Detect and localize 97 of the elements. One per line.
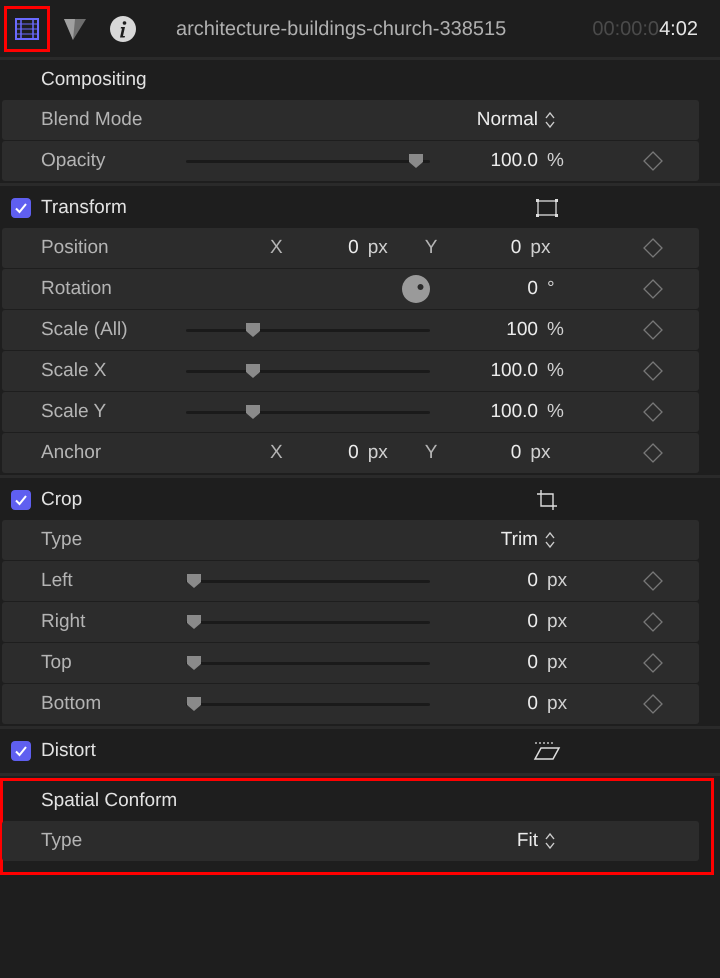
value-field[interactable]: 0 [430,566,538,596]
unit-label: % [546,318,565,342]
parameter-label: Anchor [41,440,102,465]
section-title: Crop [41,488,84,512]
keyframe-icon[interactable] [643,238,663,258]
axis-label: Y [424,440,438,465]
checkmark-icon [14,201,28,215]
transform-icon[interactable] [535,198,559,218]
keyframe-icon[interactable] [643,151,663,171]
value-field[interactable]: 0 [282,234,359,262]
parameter-label: Rotation [41,276,113,301]
slider-track[interactable] [186,404,430,420]
unit-label: % [546,400,565,424]
slider-track[interactable] [186,696,430,712]
unit-label: px [546,650,568,675]
value-field[interactable]: 0 [430,608,538,636]
checkmark-icon [14,493,28,507]
value-field[interactable]: 100 [430,316,538,344]
section-title: Compositing [41,68,148,92]
keyframe-icon[interactable] [643,653,663,673]
value-field[interactable]: 0 [437,438,522,468]
unit-label: ° [546,276,556,301]
keyframe-icon[interactable] [643,443,663,463]
clip-name: architecture-buildings-church-338515 [176,16,506,42]
unit-label: % [546,148,565,173]
keyframe-icon[interactable] [643,279,663,299]
parameter-label: Scale X [41,358,108,383]
slider-thumb[interactable] [245,322,262,338]
unit-label: px [529,440,552,465]
slider-thumb[interactable] [186,696,202,712]
axis-label: X [270,236,283,260]
value-field[interactable]: 100.0 [430,146,538,176]
section-title: Spatial Conform [41,788,178,813]
parameter-label: Scale Y [41,400,108,424]
parameter-label: Bottom [41,692,102,716]
popup-menu[interactable]: Fit [516,826,556,856]
section-title: Distort [41,738,97,763]
film-icon [15,18,39,40]
updown-chevron-icon [544,832,556,850]
slider-thumb[interactable] [245,363,262,379]
value-field[interactable]: 100.0 [430,356,538,386]
keyframe-icon[interactable] [643,320,663,340]
slider-track[interactable] [186,614,430,630]
value-field[interactable]: 0 [437,234,522,262]
checkmark-icon [14,744,28,758]
section-checkbox[interactable] [11,490,31,510]
updown-chevron-icon [544,531,556,549]
parameter-label: Top [41,650,73,675]
parameter-label: Type [41,528,84,552]
updown-chevron-icon [544,111,556,129]
popup-menu[interactable]: Normal [476,106,556,134]
keyframe-icon[interactable] [643,694,663,714]
section-checkbox[interactable] [11,741,31,761]
slider-track[interactable] [186,655,430,671]
slider-thumb[interactable] [408,153,424,169]
unit-label: px [546,568,568,593]
keyframe-icon[interactable] [643,612,663,632]
value-field[interactable]: 0 [282,438,359,468]
value-field[interactable]: 0 [430,274,538,304]
parameter-label: Type [41,828,84,853]
unit-label: % [546,358,565,383]
rotation-dial[interactable] [402,275,430,303]
parameter-label: Position [41,236,110,260]
axis-label: X [270,440,283,465]
slider-track[interactable] [186,322,430,338]
parameter-label: Left [41,568,74,593]
value-field[interactable]: 0 [430,690,538,718]
timecode: 4:02 [659,16,698,42]
popup-menu[interactable]: Trim [500,526,556,554]
value-field[interactable]: 100.0 [430,398,538,426]
keyframe-icon[interactable] [643,571,663,591]
unit-label: px [546,610,568,634]
slider-track[interactable] [186,573,430,589]
parameter-label: Blend Mode [41,108,144,132]
slider-track[interactable] [186,153,430,169]
axis-label: Y [424,236,438,260]
unit-label: px [366,440,389,465]
section-title: Transform [41,196,128,220]
parameter-label: Scale (All) [41,318,129,342]
slider-thumb[interactable] [186,614,202,630]
parameter-label: Right [41,610,86,634]
slider-thumb[interactable] [186,573,202,589]
unit-label: px [529,236,552,260]
unit-label: px [366,236,389,260]
parameter-label: Opacity [41,148,106,173]
crop-icon[interactable] [535,489,559,511]
keyframe-icon[interactable] [643,402,663,422]
distort-icon[interactable] [533,741,561,761]
triangle-icon [63,16,87,40]
value-field[interactable]: 0 [430,648,538,678]
info-icon [110,16,136,42]
section-checkbox[interactable] [11,198,31,218]
unit-label: px [546,692,568,716]
slider-thumb[interactable] [186,655,202,671]
slider-track[interactable] [186,363,430,379]
keyframe-icon[interactable] [643,361,663,381]
slider-thumb[interactable] [245,404,262,420]
